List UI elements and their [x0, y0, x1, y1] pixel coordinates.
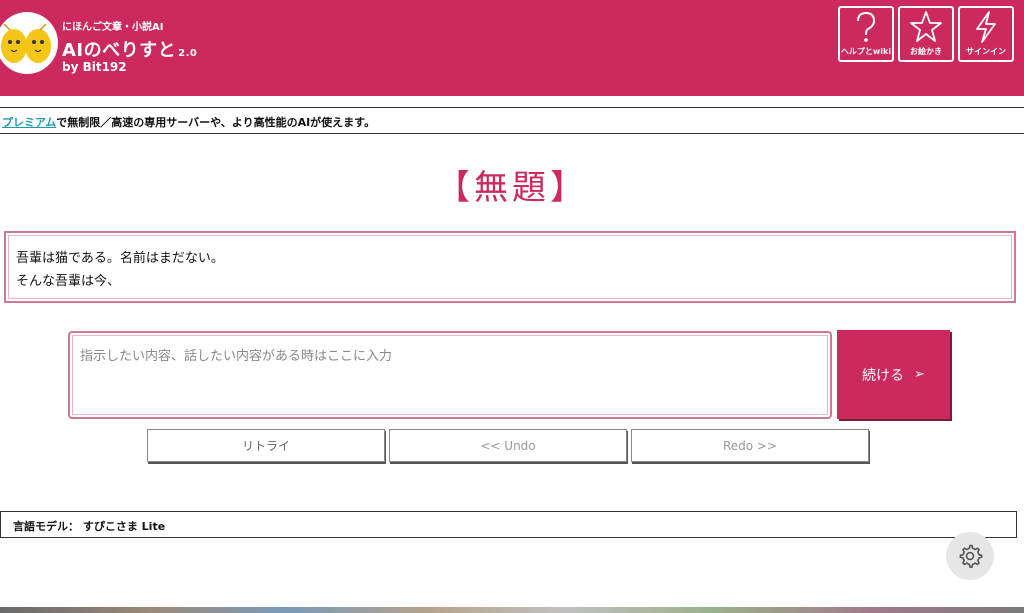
logo[interactable] [0, 12, 58, 74]
model-selector[interactable]: 言語モデル： すぴこさま Lite [0, 511, 1017, 538]
model-name: すぴこさま Lite [82, 520, 166, 533]
question-icon [857, 11, 876, 42]
logo-mascot-icon [1, 23, 51, 63]
app-header: にほんご文章・小説AI AIのべりすと 2.0 by Bit192 ヘルプとwik… [0, 0, 1024, 96]
continue-button-label: 続ける [862, 367, 905, 384]
omakase-button[interactable]: お絵かき [898, 6, 954, 62]
brand-version: 2.0 [178, 48, 198, 59]
document-title[interactable]: 【無題】 [0, 160, 1024, 209]
brand-title-text: AIのべりすと [62, 40, 177, 61]
signin-button[interactable]: サインイン [958, 6, 1014, 62]
taskbar-strip [0, 607, 1024, 613]
premium-text: で無制限／高速の専用サーバーや、より高性能のAIが使えます。 [56, 116, 376, 129]
premium-link[interactable]: プレミアム [2, 116, 56, 129]
lightning-icon [976, 11, 996, 43]
premium-notice: プレミアムで無制限／高速の専用サーバーや、より高性能のAIが使えます。 [0, 107, 1024, 134]
omakase-button-label: お絵かき [910, 47, 942, 56]
brand-by: by Bit192 [62, 60, 127, 74]
help-button-label: ヘルプとwiki [840, 47, 892, 56]
help-button[interactable]: ヘルプとwiki [838, 6, 894, 62]
gear-icon [959, 544, 983, 568]
retry-button[interactable]: リトライ [147, 429, 385, 462]
star-icon [910, 11, 942, 42]
story-line: 吾輩は猫である。名前はまだない。 [16, 251, 224, 266]
redo-button[interactable]: Redo >> [631, 429, 869, 462]
settings-button[interactable] [946, 532, 994, 580]
story-line: そんな吾輩は今、 [16, 274, 121, 289]
brand-tagline: にほんご文章・小説AI [62, 22, 164, 33]
story-editor[interactable]: 吾輩は猫である。名前はまだない。 そんな吾輩は今、 [4, 231, 1016, 303]
instruction-input[interactable] [68, 331, 832, 419]
brand-title[interactable]: AIのべりすと 2.0 [62, 36, 197, 62]
model-label: 言語モデル： [13, 520, 79, 533]
signin-button-label: サインイン [966, 47, 1006, 56]
arrow-right-icon: ➢ [914, 367, 925, 382]
continue-button[interactable]: 続ける ➢ [837, 330, 950, 419]
undo-button[interactable]: << Undo [389, 429, 627, 462]
